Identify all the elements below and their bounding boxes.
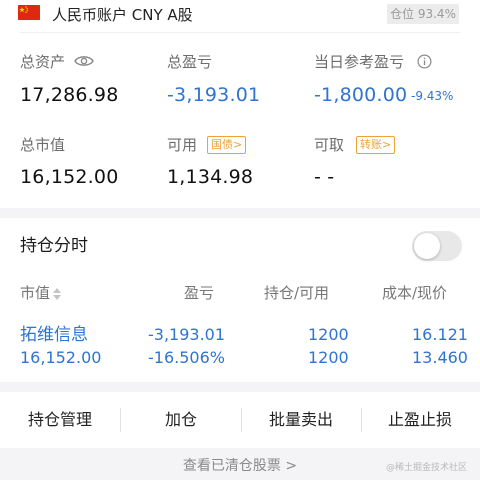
stock-pnl-percent: -16.506% (148, 348, 225, 367)
account-card: 人民币账户 CNY A股 仓位 93.4% 总资产 17,286.98 总盈亏 … (0, 0, 480, 208)
sort-icon[interactable] (53, 287, 62, 300)
daily-pnl-label: 当日参考盈亏 (314, 52, 432, 72)
stock-name: 拓维信息 (20, 325, 88, 345)
transfer-tag[interactable]: 转账> (356, 136, 396, 154)
total-pnl-value: -3,193.01 (167, 84, 261, 106)
column-holding-available: 持仓/可用 (264, 284, 330, 302)
column-cost-price: 成本/现价 (382, 284, 448, 302)
treasury-bond-tag[interactable]: 国债> (207, 136, 247, 154)
add-position-button[interactable]: 加仓 (121, 392, 241, 448)
time-share-toggle[interactable] (412, 231, 462, 261)
market-value: 16,152.00 (20, 166, 119, 188)
stock-market-value: 16,152.00 (20, 348, 102, 367)
take-profit-stop-loss-button[interactable]: 止盈止损 (360, 392, 480, 448)
batch-sell-button[interactable]: 批量卖出 (241, 392, 361, 448)
withdrawable-value: - - (314, 166, 335, 188)
daily-pnl-percent: -9.43% (411, 89, 454, 103)
daily-pnl-value: -1,800.00 (314, 84, 408, 106)
stock-pnl: -3,193.01 (148, 325, 226, 344)
watermark: @稀土掘金技术社区 (386, 463, 468, 473)
stock-holding: 1200 (308, 325, 349, 344)
toggle-knob (414, 233, 440, 259)
available-value: 1,134.98 (167, 166, 254, 188)
positions-title: 持仓分时 (20, 236, 88, 256)
eye-icon[interactable] (73, 54, 94, 68)
total-pnl-label: 总盈亏 (167, 53, 213, 71)
table-row[interactable]: 拓维信息 16,152.00 -3,193.01 -16.506% 1200 1… (0, 316, 480, 374)
stock-cost: 16.121 (412, 325, 468, 344)
action-bar: 持仓管理 加仓 批量卖出 止盈止损 (0, 392, 480, 448)
column-pnl: 盈亏 (184, 284, 215, 302)
manage-positions-button[interactable]: 持仓管理 (0, 392, 120, 448)
china-flag-icon (18, 5, 40, 20)
available-label: 可用 (167, 136, 198, 154)
info-circle-icon[interactable] (417, 54, 432, 69)
total-assets-label: 总资产 (20, 52, 94, 72)
positions-card: 持仓分时 市值 盈亏 持仓/可用 成本/现价 拓维信息 16,152.00 -3… (0, 218, 480, 382)
withdrawable-label: 可取 (314, 136, 345, 154)
stock-price: 13.460 (412, 348, 468, 367)
account-name: 人民币账户 CNY A股 (52, 6, 193, 24)
column-market-value[interactable]: 市值 (20, 283, 62, 303)
stock-available: 1200 (308, 348, 349, 367)
divider (20, 32, 460, 33)
total-assets-value: 17,286.98 (20, 84, 119, 106)
market-value-label: 总市值 (20, 136, 66, 154)
position-ratio-badge: 仓位 93.4% (387, 4, 459, 24)
